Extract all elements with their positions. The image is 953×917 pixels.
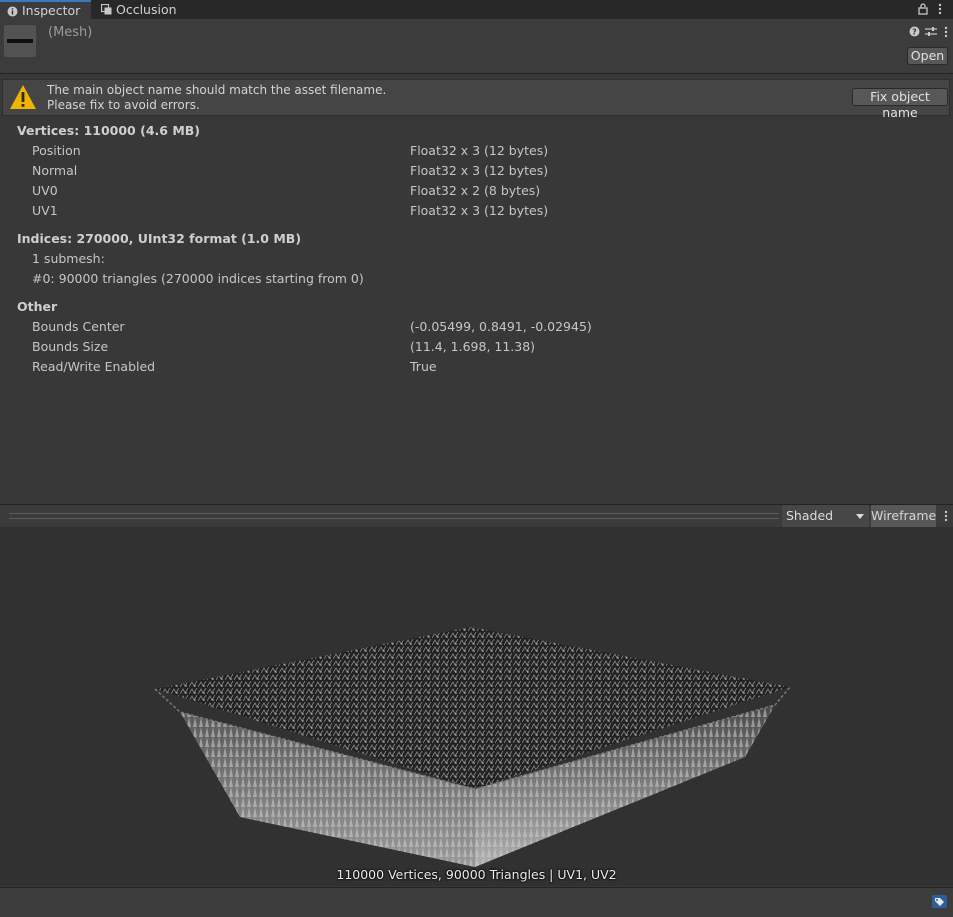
open-button[interactable]: Open [907,47,948,65]
vertex-attr-value: Float32 x 3 (12 bytes) [410,163,549,178]
mesh-info: Vertices: 110000 (4.6 MB) Position Float… [0,117,953,503]
other-value: (-0.05499, 0.8491, -0.02945) [410,319,592,334]
object-title: (Mesh) [48,25,93,40]
tab-label: Occlusion [116,2,177,17]
warning-icon [10,85,36,109]
warning-helpbox: The main object name should match the as… [2,79,950,120]
vertex-attr-label: UV0 [32,183,58,198]
other-label: Bounds Center [32,319,125,334]
vertex-attr-value: Float32 x 3 (12 bytes) [410,203,549,218]
preview-resize-handle[interactable] [9,513,779,519]
submesh-count: 1 submesh: [32,251,105,266]
other-value: (11.4, 1.698, 11.38) [410,339,536,354]
asset-labels-bar [0,887,953,917]
tab-menu-icon[interactable] [938,3,942,15]
preview-toolbar: Shaded Wireframe [0,504,953,528]
mesh-preview-render [154,627,791,867]
tab-inspector[interactable]: Inspector [0,0,91,19]
vertex-attr-label: UV1 [32,203,58,218]
tab-label: Inspector [22,3,81,18]
warning-line-2: Please fix to avoid errors. [47,98,200,112]
info-icon [7,6,18,17]
shading-mode-value: Shaded [786,508,834,523]
indices-heading: Indices: 270000, UInt32 format (1.0 MB) [17,231,302,246]
vertex-attr-value: Float32 x 3 (12 bytes) [410,143,549,158]
vertex-attr-value: Float32 x 2 (8 bytes) [410,183,541,198]
vertices-heading: Vertices: 110000 (4.6 MB) [17,123,200,138]
other-label: Bounds Size [32,339,109,354]
other-value: True [410,359,437,374]
warning-message: The main object name should match the as… [47,83,386,113]
shading-mode-dropdown[interactable]: Shaded [782,505,869,527]
inspector-header: (Mesh) ? Open [0,19,953,74]
mesh-stats-caption: 110000 Vertices, 90000 Triangles | UV1, … [336,867,617,882]
other-label: Read/Write Enabled [32,359,156,374]
lock-icon[interactable] [918,3,928,15]
wireframe-toggle[interactable]: Wireframe [871,505,936,527]
preview-menu-icon[interactable] [942,509,950,523]
submesh-detail: #0: 90000 triangles (270000 indices star… [32,271,364,286]
occlusion-icon [101,4,112,15]
warning-line-1: The main object name should match the as… [47,83,387,97]
chevron-down-icon [856,514,864,519]
svg-text:?: ? [912,28,917,37]
tab-bar: Inspector Occlusion [0,0,953,19]
help-icon[interactable]: ? [909,26,920,37]
tab-occlusion[interactable]: Occlusion [98,0,188,19]
component-menu-icon[interactable] [944,26,948,38]
vertex-attr-label: Position [32,143,81,158]
mesh-preview-viewport[interactable]: 110000 Vertices, 90000 Triangles | UV1, … [0,527,953,886]
other-heading: Other [17,299,58,314]
label-tag-icon[interactable] [932,895,947,908]
mesh-thumbnail [4,25,36,57]
fix-object-name-button[interactable]: Fix object name [852,88,948,120]
vertex-attr-label: Normal [32,163,78,178]
preset-icon[interactable] [925,26,937,37]
